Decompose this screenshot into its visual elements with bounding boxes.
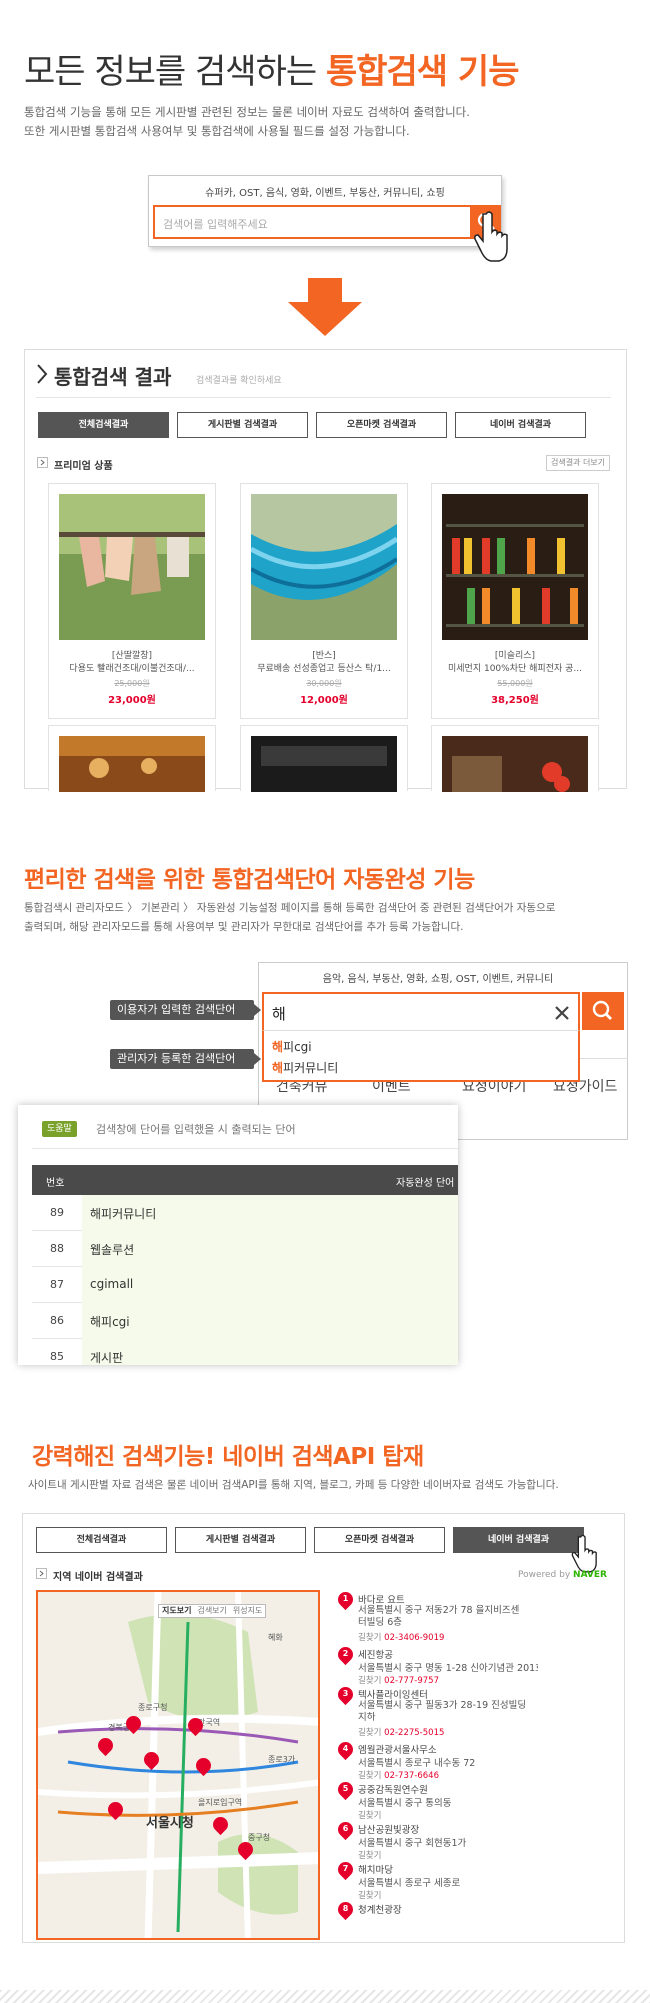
tab-board-results[interactable]: 게시판별 검색결과 (177, 412, 308, 438)
map-label: 서울시청 (146, 1816, 194, 1831)
col-keyword: 자동완성 단어 (396, 1178, 455, 1189)
tab-board-results[interactable]: 게시판별 검색결과 (175, 1527, 306, 1553)
table-header: 번호 자동완성 단어 (32, 1165, 458, 1195)
product-price: 38,250원 (491, 695, 539, 706)
search-box-demo: 슈퍼카, OST, 음식, 영화, 이벤트, 부동산, 커뮤니티, 쇼핑 검색어… (148, 175, 502, 247)
label-pointer (254, 1004, 261, 1016)
table-row: 89 해피커뮤니티 (32, 1195, 458, 1231)
product-card[interactable]: [산딸깔창] 다용도 빨래건조대/이불건조대/... 25,000원 23,00… (48, 483, 216, 719)
autocomplete-categories: 음악, 음식, 부동산, 영화, 쇼핑, OST, 이벤트, 커뮤니티 (322, 974, 554, 985)
product-card[interactable]: [반스] 무료배송 선성종업고 등산스 탁/1... 30,000원 12,00… (240, 483, 408, 719)
arrow-down-icon (288, 278, 362, 336)
table-row: 88 웹솔루션 (32, 1231, 458, 1267)
premium-label: 프리미엄 상품 (54, 461, 113, 472)
search-icon (592, 1000, 612, 1020)
autocomplete-search-button[interactable] (582, 992, 624, 1030)
product-old-price: 30,000원 (306, 679, 342, 688)
section2-title: 편리한 검색을 위한 통합검색단어 자동완성 기능 (24, 867, 475, 893)
suggestion-item[interactable]: 해피cgi (272, 1038, 312, 1055)
product-price: 23,000원 (108, 695, 156, 706)
map-label: 종로구청 (138, 1703, 168, 1712)
help-text: 검색창에 단어를 입력했을 시 출력되는 단어 (96, 1123, 296, 1136)
more-results-button[interactable]: 검색결과 더보기 (546, 455, 610, 471)
product-name: 다용도 빨래건조대/이불건조대/... (69, 664, 195, 674)
product-brand: [미슬리스] (494, 651, 536, 661)
product-name: 미세먼지 100%차단 해피전자 공... (448, 664, 582, 674)
table-row: 87 cgimall (32, 1267, 458, 1303)
search-input[interactable]: 검색어를 입력해주세요 (153, 205, 472, 239)
tab-openmarket-results[interactable]: 오픈마켓 검색결과 (316, 412, 447, 438)
chevron-right-icon (37, 364, 48, 384)
typed-text: 해 (272, 1005, 286, 1023)
autocomplete-input[interactable]: 해 (262, 992, 580, 1030)
section3-desc: 사이트내 게시판별 자료 검색은 물론 네이버 검색API를 통해 지역, 블로… (28, 1479, 559, 1491)
close-icon[interactable] (554, 1005, 570, 1021)
search-categories: 슈퍼카, OST, 음식, 영화, 이벤트, 부동산, 커뮤니티, 쇼핑 (205, 188, 445, 199)
suggestion-item[interactable]: 해피커뮤니티 (272, 1059, 338, 1076)
result-title: 통합검색 결과 (54, 365, 172, 389)
hand-cursor-icon (474, 211, 508, 262)
section3-title: 강력해진 검색기능! 네이버 검색API 탑재 (32, 1444, 424, 1470)
bottom-divider (0, 1990, 650, 2003)
map-label: 혜화 (268, 1633, 283, 1642)
section1-desc-1: 통합검색 기능을 통해 모든 게시판별 관련된 정보는 물론 네이버 자료도 검… (24, 105, 470, 119)
product-image (251, 736, 397, 792)
map-label: 중구청 (248, 1833, 271, 1842)
map-label: 종로3가 (268, 1755, 296, 1764)
product-brand: [반스] (312, 651, 336, 661)
table-row: 85 게시판 (32, 1339, 458, 1365)
tab-openmarket-results[interactable]: 오픈마켓 검색결과 (314, 1527, 445, 1553)
tab-all-results[interactable]: 전체검색결과 (38, 412, 169, 438)
product-brand: [산딸깔창] (111, 651, 153, 661)
tab-all-results[interactable]: 전체검색결과 (36, 1527, 167, 1553)
product-old-price: 55,000원 (497, 679, 533, 688)
help-badge: 도움말 (42, 1121, 77, 1137)
powered-by: Powered by NAVER (518, 1570, 607, 1580)
product-image (442, 736, 588, 792)
bullet-arrow-icon (36, 1568, 47, 1579)
label-pointer (254, 1053, 261, 1065)
tab-naver-results[interactable]: 네이버 검색결과 (453, 1527, 584, 1553)
product-image (442, 494, 588, 640)
label-user-input: 이용자가 입력한 검색단어 (110, 1000, 254, 1020)
map-canvas (38, 1592, 318, 1938)
tab-naver-results[interactable]: 네이버 검색결과 (455, 412, 586, 438)
bullet-arrow-icon (37, 457, 48, 468)
result-subtitle: 검색결과를 확인하세요 (196, 376, 282, 386)
table-row: 86 해피cgi (32, 1303, 458, 1339)
product-card[interactable] (48, 725, 216, 792)
map-label: 을지로입구역 (198, 1798, 243, 1807)
product-image (59, 736, 205, 792)
product-image (59, 494, 205, 640)
section1-desc-2: 또한 게시판별 통합검색 사용여부 및 통합검색에 사용될 필드를 설정 가능합… (24, 124, 410, 138)
section2-desc-1: 통합검색시 관리자모드 〉 기본관리 〉 자동완성 기능설정 페이지를 통해 등… (24, 902, 556, 914)
divider (32, 1148, 458, 1149)
naver-section-label: 지역 네이버 검색결과 (53, 1572, 143, 1583)
divider (36, 397, 611, 398)
col-no: 번호 (46, 1178, 65, 1189)
autocomplete-dropdown: 해피cgi 해피커뮤니티 (262, 1030, 580, 1082)
product-card[interactable] (431, 725, 599, 792)
naver-map[interactable]: 지도보기 검색보기 위성지도 서울시청 종로구청 중구청 혜화 경복궁 안국역 을지… (36, 1590, 320, 1940)
product-card[interactable]: [미슬리스] 미세먼지 100%차단 해피전자 공... 55,000원 38,… (431, 483, 599, 719)
product-old-price: 25,000원 (114, 679, 150, 688)
product-card[interactable] (240, 725, 408, 792)
product-image (251, 494, 397, 640)
place-list: 1 바다로 요트 서울특별시 중구 저동2가 78 을지비즈센터빌딩 6층 길찾… (338, 1592, 538, 1942)
product-price: 12,000원 (300, 695, 348, 706)
label-admin-registered: 관리자가 등록한 검색단어 (110, 1049, 254, 1069)
section1-title: 모든 정보를 검색하는 통합검색 기능 (24, 52, 519, 92)
map-view-controls[interactable]: 지도보기 검색보기 위성지도 (158, 1604, 267, 1618)
product-name: 무료배송 선성종업고 등산스 탁/1... (257, 664, 391, 674)
section2-desc-2: 출력되며, 해당 관리자모드를 통해 사용여부 및 관리자가 무한대로 검색단어… (24, 921, 464, 933)
